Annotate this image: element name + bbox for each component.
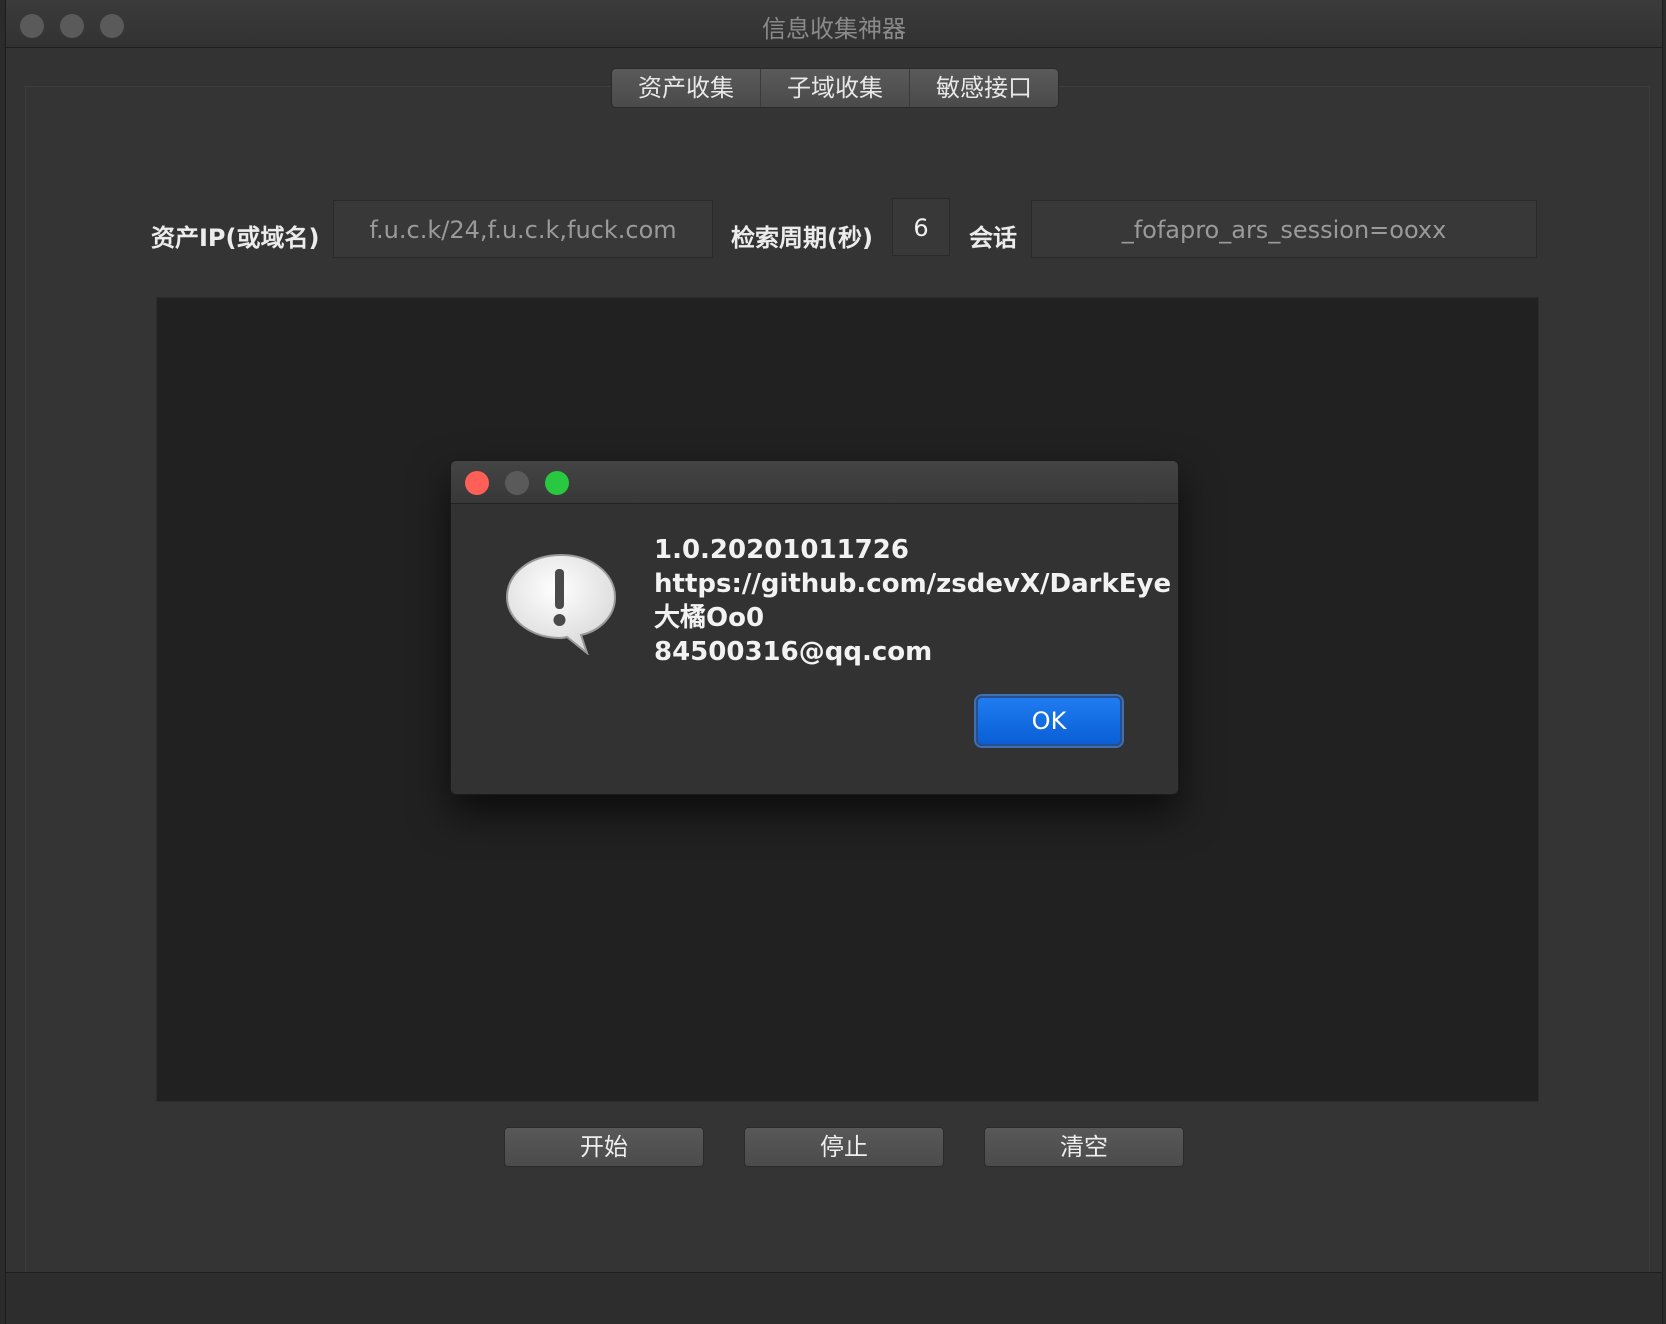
repo-url-text: https://github.com/zsdevX/DarkEye [654,569,1172,599]
alert-speech-bubble-icon [505,553,617,655]
tab-subdomain-collection[interactable]: 子域收集 [761,69,910,107]
about-dialog: 1.0.20201011726 https://github.com/zsdev… [450,460,1179,795]
author-text: 大橘Oo0 [654,603,765,633]
asset-ip-input[interactable]: f.u.c.k/24,f.u.c.k,fuck.com [333,200,713,258]
tab-asset-collection[interactable]: 资产收集 [612,69,761,107]
search-period-label: 检索周期(秒) [731,224,873,252]
version-text: 1.0.20201011726 [654,535,909,565]
email-text: 84500316@qq.com [654,637,933,667]
session-input[interactable]: _fofapro_ars_session=ooxx [1031,200,1537,258]
clear-button[interactable]: 清空 [984,1127,1184,1167]
status-bar [6,1272,1662,1324]
search-period-input[interactable]: 6 [892,198,950,256]
ok-button[interactable]: OK [976,696,1122,746]
close-icon[interactable] [465,471,489,495]
minimize-icon [505,471,529,495]
stop-button[interactable]: 停止 [744,1127,944,1167]
window-title: 信息收集神器 [762,15,906,43]
start-button[interactable]: 开始 [504,1127,704,1167]
window-titlebar[interactable]: 信息收集神器 [6,0,1662,48]
tab-sensitive-api[interactable]: 敏感接口 [910,69,1058,107]
tab-bar: 资产收集 子域收集 敏感接口 [611,68,1059,108]
zoom-icon[interactable] [545,471,569,495]
dialog-message: 1.0.20201011726 https://github.com/zsdev… [654,533,1171,669]
asset-ip-label: 资产IP(或域名) [151,224,320,252]
session-label: 会话 [969,224,1017,252]
dialog-titlebar[interactable] [451,461,1178,504]
